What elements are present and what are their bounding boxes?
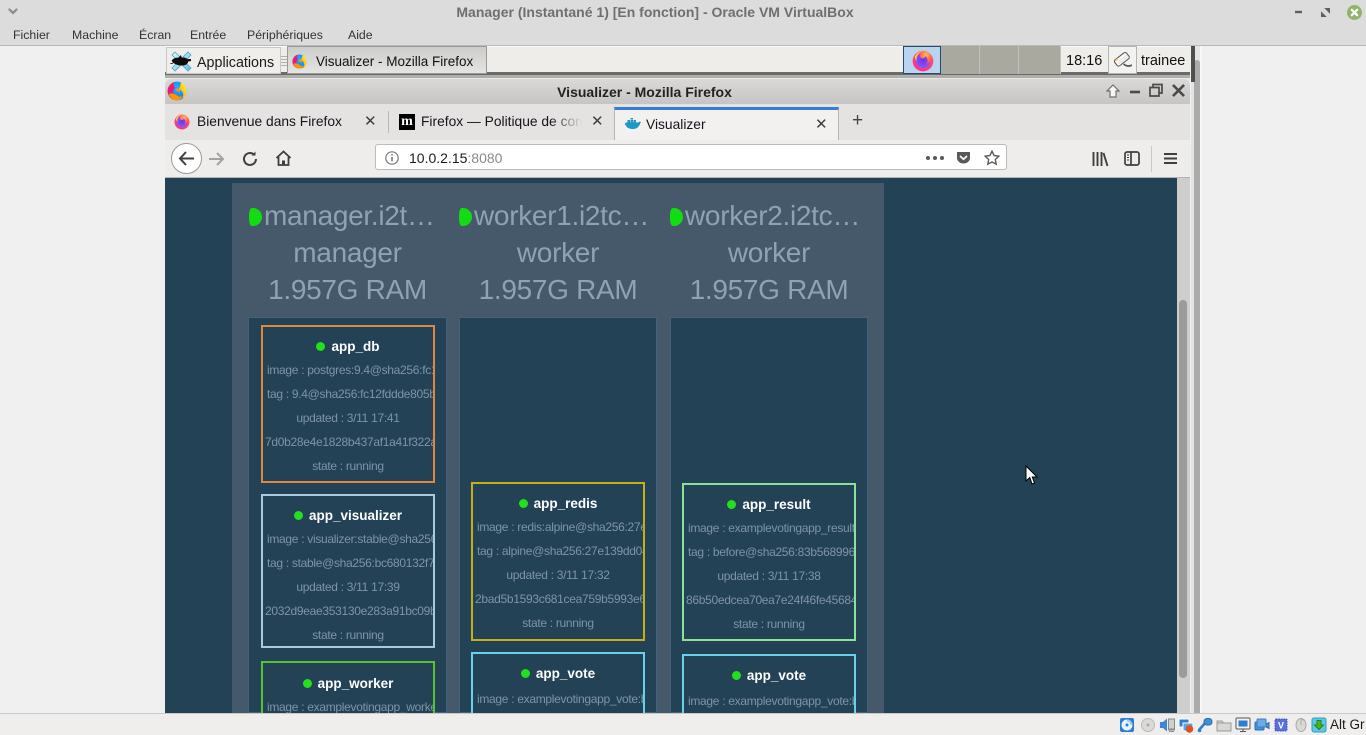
svg-text:V: V xyxy=(1278,721,1284,731)
